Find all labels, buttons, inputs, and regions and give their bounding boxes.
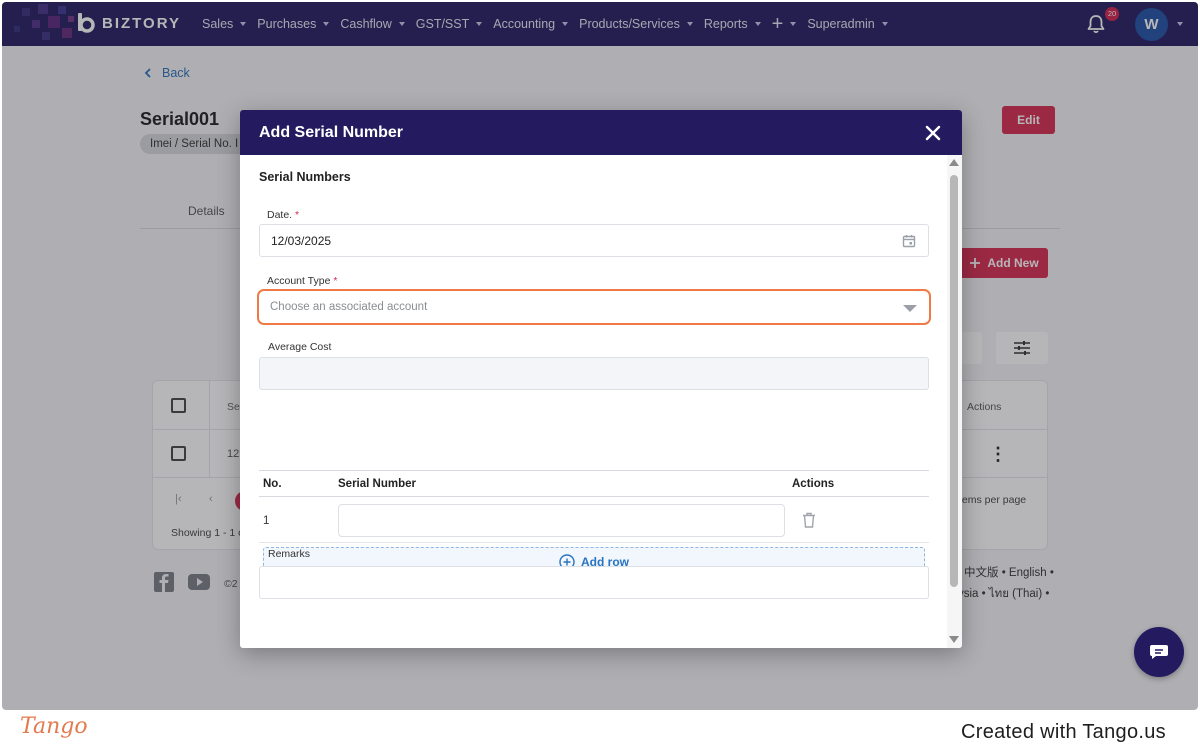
chevron-down-icon <box>903 305 917 312</box>
chat-button[interactable] <box>1134 627 1184 677</box>
account-type-select[interactable]: Choose an associated account <box>257 289 931 325</box>
account-type-placeholder: Choose an associated account <box>270 301 428 313</box>
serial-header-serial: Serial Number <box>338 478 416 490</box>
date-field[interactable]: 12/03/2025 <box>259 224 929 257</box>
serial-number-input[interactable] <box>338 504 785 537</box>
serial-header-no: No. <box>263 478 282 490</box>
serial-row-number: 1 <box>263 515 270 527</box>
date-value: 12/03/2025 <box>271 234 332 248</box>
serial-table-header-divider <box>259 496 929 497</box>
scroll-up-arrow-icon[interactable] <box>949 159 959 166</box>
scrollbar-thumb[interactable] <box>950 175 958 587</box>
chat-icon <box>1150 645 1168 659</box>
serial-table-top-border <box>259 470 929 471</box>
close-icon[interactable] <box>922 122 944 144</box>
dialog-header: Add Serial Number <box>240 110 962 155</box>
created-with-tango: Created with Tango.us <box>961 721 1166 743</box>
account-type-label: Account Type * <box>267 275 337 287</box>
dialog-title: Add Serial Number <box>259 124 404 141</box>
date-label: Date. * <box>267 209 299 221</box>
average-cost-label: Average Cost <box>268 341 332 353</box>
remarks-label: Remarks <box>268 548 311 560</box>
required-mark: * <box>333 275 338 287</box>
section-title: Serial Numbers <box>259 170 351 184</box>
trash-icon[interactable] <box>800 511 818 529</box>
average-cost-field <box>259 357 929 390</box>
serial-header-actions: Actions <box>792 478 835 490</box>
remarks-field[interactable] <box>259 566 929 599</box>
serial-row-divider <box>259 542 929 543</box>
add-serial-number-dialog: Add Serial Number Serial Numbers Date. *… <box>240 110 962 648</box>
required-mark: * <box>295 209 300 221</box>
tango-logo: Tango <box>20 714 88 739</box>
account-type-label-text: Account Type <box>267 275 331 287</box>
dialog-scrollbar[interactable] <box>947 155 962 648</box>
date-label-text: Date. <box>267 209 293 221</box>
scroll-down-arrow-icon[interactable] <box>949 636 959 643</box>
calendar-icon[interactable] <box>902 234 916 248</box>
app-window: BIZTORY Sales Purchases Cashflow GST/SST… <box>2 2 1198 710</box>
